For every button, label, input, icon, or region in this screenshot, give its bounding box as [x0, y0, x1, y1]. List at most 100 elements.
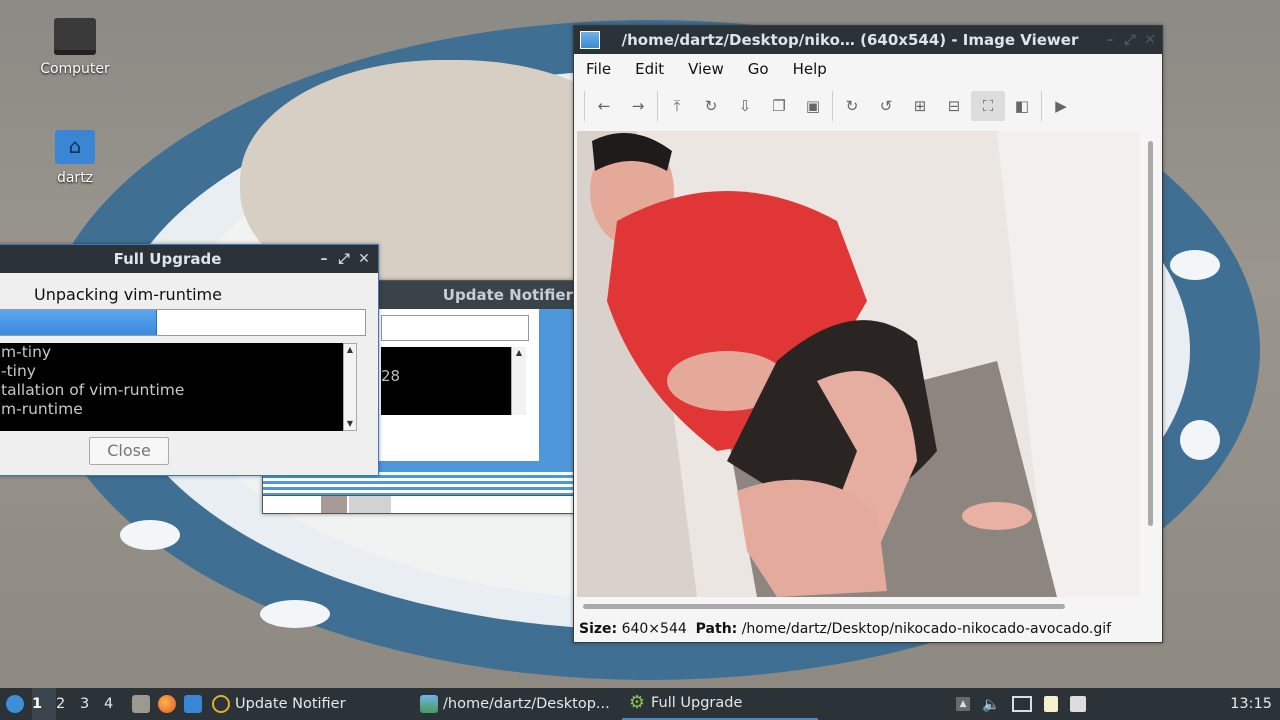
original-size-icon[interactable]: ◧: [1005, 91, 1039, 121]
toolbar-separator: [584, 91, 585, 121]
zoom-out-icon[interactable]: ⊟: [937, 91, 971, 121]
image-viewer-window[interactable]: /home/dartz/Desktop/niko… (640x544) - Im…: [573, 25, 1163, 643]
close-button[interactable]: Close: [89, 437, 169, 465]
file-manager-launcher[interactable]: [128, 688, 154, 720]
clipboard-tray[interactable]: [1038, 688, 1064, 720]
firefox-icon: [158, 695, 176, 713]
firefox-launcher[interactable]: [154, 688, 180, 720]
upgrade-progress-bar: 58%: [0, 309, 366, 336]
desktop-icon-label: dartz: [56, 170, 94, 186]
file-manager-icon: [132, 695, 150, 713]
log-line: m-runtime: [1, 400, 83, 418]
clock[interactable]: 13:15: [1224, 688, 1280, 720]
slideshow-icon[interactable]: ▶: [1044, 91, 1078, 121]
rotate-cw-icon[interactable]: ↻: [835, 91, 869, 121]
statusbar: Size: 640×544 Path: /home/dartz/Desktop/…: [574, 621, 1162, 641]
workspace-4[interactable]: 4: [104, 688, 128, 720]
maximize-icon[interactable]: ⤢: [1120, 32, 1140, 48]
notifier-strip-block: [321, 496, 347, 513]
paste-icon[interactable]: ▣: [796, 91, 830, 121]
menu-file[interactable]: File: [574, 60, 623, 78]
notifier-log-scrollbar[interactable]: ▲: [511, 347, 526, 415]
show-desktop-launcher[interactable]: [180, 688, 206, 720]
image-canvas[interactable]: [577, 131, 1140, 597]
wallpaper-spot: [260, 600, 330, 628]
scroll-down-arrow-icon[interactable]: ▼: [344, 418, 356, 430]
upload-icon[interactable]: ⤒: [660, 91, 694, 121]
update-notifier-icon: [212, 695, 230, 713]
workspace-2[interactable]: 2: [56, 688, 80, 720]
task-label: Update Notifier: [235, 696, 346, 712]
forward-icon[interactable]: →: [621, 91, 655, 121]
volume-icon: 🔈: [982, 696, 1001, 713]
path-value: /home/dartz/Desktop/nikocado-nikocado-av…: [741, 621, 1112, 637]
desktop-computer-shortcut[interactable]: Computer: [30, 18, 120, 77]
scroll-thumb[interactable]: [583, 604, 1065, 609]
taskbar: 1 2 3 4 Update Notifier /home/dartz/Desk…: [0, 688, 1280, 720]
path-label: Path:: [695, 621, 738, 637]
network-tray[interactable]: [1006, 688, 1038, 720]
volume-tray[interactable]: 🔈: [976, 688, 1006, 720]
size-value: 640×544: [621, 621, 687, 637]
toolbar-separator: [657, 91, 658, 121]
toolbar-separator: [832, 91, 833, 121]
wallpaper-spot: [1180, 420, 1220, 460]
notifier-log: 28: [381, 347, 511, 415]
minimize-icon[interactable]: –: [1100, 32, 1120, 48]
notifier-strip-block: [349, 496, 391, 513]
tray-expander[interactable]: ▲: [950, 688, 976, 720]
wallpaper-spot: [1170, 250, 1220, 280]
scroll-up-arrow-icon[interactable]: ▲: [344, 344, 356, 356]
clipboard-icon: [1044, 696, 1059, 712]
menu-help[interactable]: Help: [781, 60, 839, 78]
zoom-in-icon[interactable]: ⊞: [903, 91, 937, 121]
window-title: /home/dartz/Desktop/niko… (640x544) - Im…: [621, 31, 1079, 49]
size-label: Size:: [579, 621, 618, 637]
reload-icon[interactable]: ↻: [694, 91, 728, 121]
maximize-icon[interactable]: ⤢: [334, 251, 354, 267]
log-line: -tiny: [1, 362, 36, 380]
close-icon[interactable]: ✕: [1140, 32, 1160, 48]
window-titlebar[interactable]: /home/dartz/Desktop/niko… (640x544) - Im…: [574, 26, 1162, 54]
horizontal-scrollbar[interactable]: [577, 599, 1140, 613]
full-upgrade-window[interactable]: Full Upgrade – ⤢ ✕ Unpacking vim-runtime…: [0, 244, 379, 476]
scroll-up-arrow-icon[interactable]: ▲: [512, 347, 526, 359]
menu-edit[interactable]: Edit: [623, 60, 676, 78]
gear-icon: ⚙: [628, 692, 646, 713]
updates-tray[interactable]: [1064, 688, 1092, 720]
menu-view[interactable]: View: [676, 60, 736, 78]
desktop-icon-label: Computer: [40, 61, 110, 77]
start-menu-button[interactable]: [0, 688, 32, 720]
task-full-upgrade[interactable]: ⚙ Full Upgrade: [622, 688, 818, 720]
chevron-up-icon: ▲: [956, 697, 971, 711]
home-folder-icon: [55, 130, 95, 164]
wallpaper-spot: [120, 520, 180, 550]
desktop-home-shortcut[interactable]: dartz: [30, 130, 120, 186]
window-title: Full Upgrade: [113, 250, 222, 268]
desktop-icon: [184, 695, 202, 713]
notifier-bottom-strip: [263, 495, 575, 513]
back-icon[interactable]: ←: [587, 91, 621, 121]
menubar: File Edit View Go Help: [574, 54, 1162, 84]
notifier-progress-bar: [381, 315, 529, 341]
workspace-1[interactable]: 1: [32, 688, 56, 720]
network-icon: [1012, 696, 1033, 712]
image-viewer-icon: [420, 695, 438, 713]
task-image-viewer[interactable]: /home/dartz/Desktop...: [414, 688, 622, 720]
updates-icon: [1070, 696, 1087, 712]
workspace-3[interactable]: 3: [80, 688, 104, 720]
rotate-ccw-icon[interactable]: ↺: [869, 91, 903, 121]
window-titlebar[interactable]: Full Upgrade – ⤢ ✕: [0, 245, 378, 273]
minimize-icon[interactable]: –: [314, 251, 334, 267]
menu-go[interactable]: Go: [736, 60, 781, 78]
fit-icon[interactable]: ⛶: [971, 91, 1005, 121]
copy-icon[interactable]: ❐: [762, 91, 796, 121]
scroll-thumb[interactable]: [1148, 141, 1153, 526]
task-update-notifier[interactable]: Update Notifier: [206, 688, 414, 720]
vertical-scrollbar[interactable]: [1143, 131, 1159, 611]
save-icon[interactable]: ⇩: [728, 91, 762, 121]
toolbar-separator: [1041, 91, 1042, 121]
progress-label: 58%: [161, 314, 196, 332]
upgrade-log-scrollbar[interactable]: ▲ ▼: [343, 343, 357, 431]
close-icon[interactable]: ✕: [354, 251, 374, 267]
